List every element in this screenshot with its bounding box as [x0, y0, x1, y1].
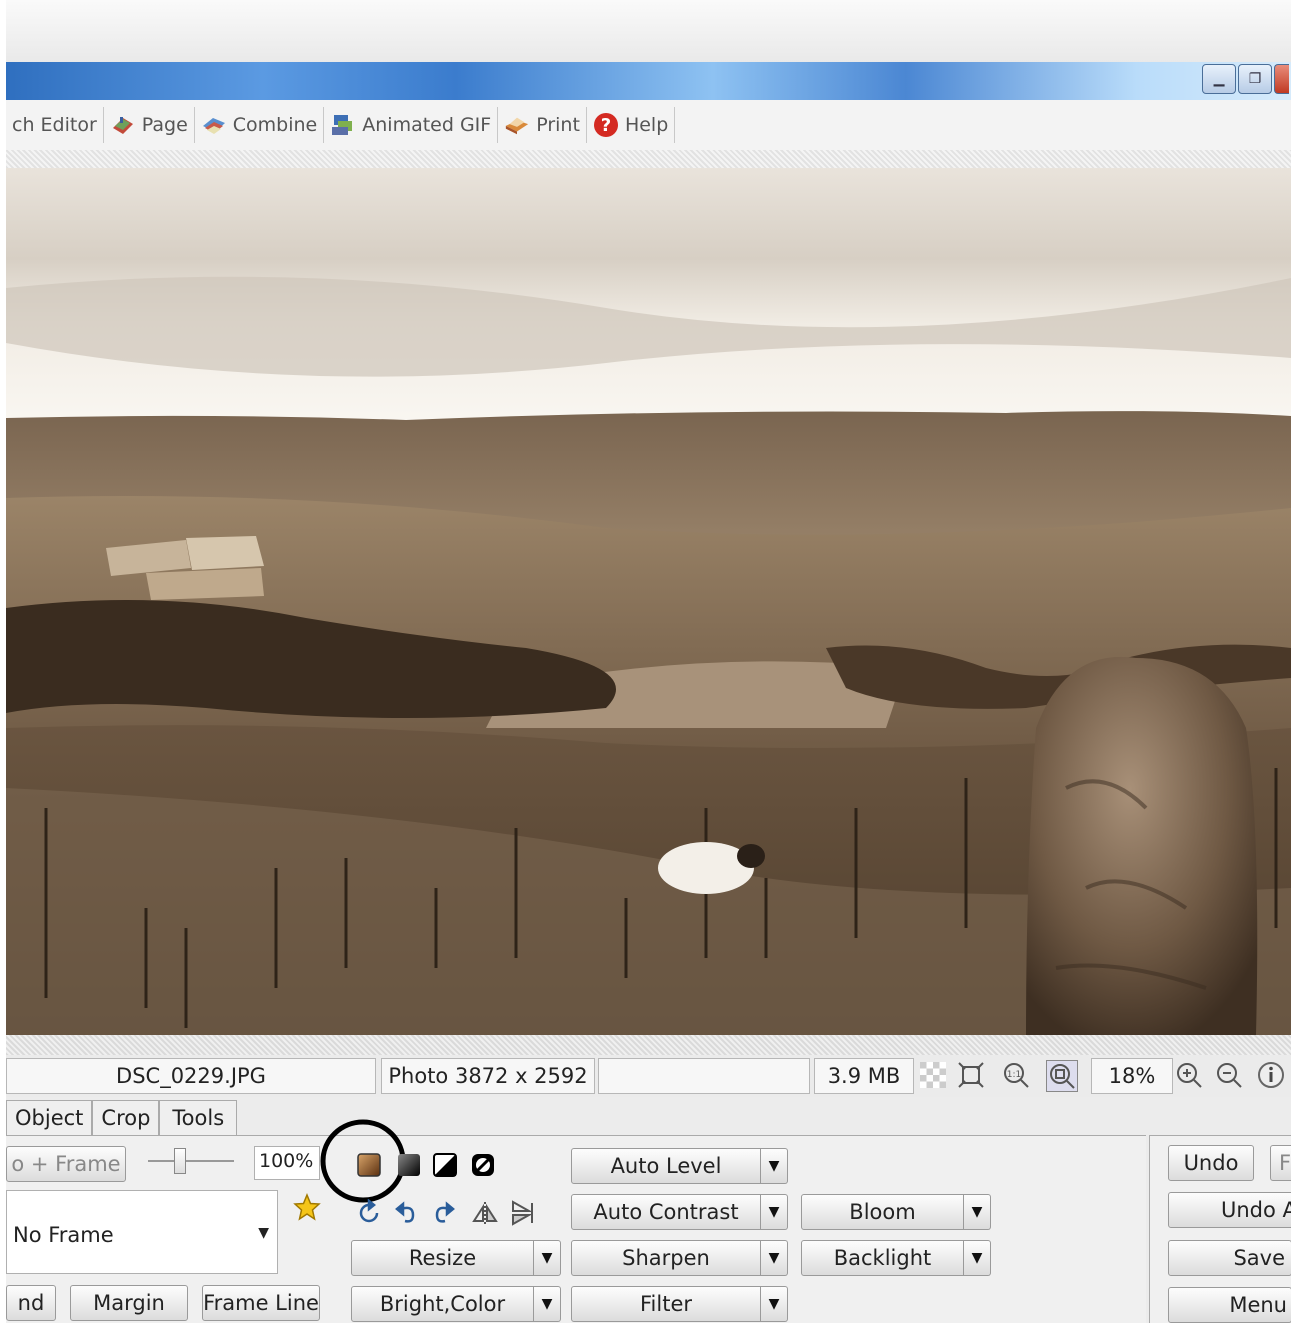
chevron-down-icon[interactable]: ▼: [964, 1194, 991, 1230]
chevron-down-icon[interactable]: ▼: [964, 1240, 991, 1276]
filename-field: DSC_0229.JPG: [6, 1058, 376, 1094]
fit-screen-icon[interactable]: [956, 1060, 986, 1090]
menu-button[interactable]: Menu: [1168, 1287, 1291, 1323]
close-button[interactable]: [1274, 64, 1289, 94]
frame-select-value: No Frame: [13, 1223, 114, 1247]
menu-item-label: Print: [536, 114, 580, 136]
chevron-down-icon: ▼: [258, 1225, 269, 1241]
menu-bar: ch Editor Page Combine Animated GIF Prin…: [6, 100, 1291, 150]
minimize-button[interactable]: ▁: [1202, 64, 1236, 94]
svg-text:1:1: 1:1: [1007, 1070, 1021, 1080]
toolbar-divider: [6, 150, 1291, 168]
bloom-label: Bloom: [801, 1194, 964, 1230]
tab-crop[interactable]: Crop: [92, 1100, 160, 1135]
combine-icon: [201, 113, 227, 137]
background-button[interactable]: nd: [6, 1285, 56, 1321]
restore-icon: ❐: [1248, 71, 1262, 87]
app-window: ▁ ❐ ch Editor Page Combine Animated GIF: [6, 0, 1291, 1323]
tab-tools[interactable]: Tools: [159, 1100, 238, 1135]
zoom-out-icon[interactable]: [1214, 1060, 1244, 1090]
negative-mode-icon[interactable]: [468, 1150, 498, 1180]
frame-line-button[interactable]: Frame Line: [202, 1285, 320, 1321]
print-icon: [504, 113, 530, 137]
auto-level-button[interactable]: Auto Level ▼: [571, 1148, 788, 1184]
chevron-down-icon[interactable]: ▼: [761, 1286, 788, 1322]
dimensions-field: Photo 3872 x 2592: [381, 1058, 595, 1094]
opacity-slider-handle[interactable]: [174, 1148, 186, 1174]
zoom-fit-icon[interactable]: [1046, 1060, 1078, 1092]
sharpen-button[interactable]: Sharpen ▼: [571, 1240, 788, 1276]
tab-object[interactable]: Object: [6, 1100, 93, 1135]
flip-vertical-icon[interactable]: [508, 1198, 538, 1228]
desktop-area: [6, 0, 1291, 62]
zoom-actual-icon[interactable]: 1:1: [1001, 1060, 1031, 1090]
rotate-right-icon[interactable]: [428, 1198, 458, 1228]
chevron-down-icon[interactable]: ▼: [761, 1240, 788, 1276]
info-icon[interactable]: [1256, 1060, 1286, 1090]
restore-button[interactable]: ❐: [1238, 64, 1272, 94]
menu-item-batch-editor[interactable]: ch Editor: [6, 107, 104, 143]
menu-item-help[interactable]: ? Help: [587, 107, 676, 143]
transparency-checker-icon[interactable]: [918, 1060, 948, 1090]
menu-item-page[interactable]: Page: [104, 107, 195, 143]
resize-button[interactable]: Resize ▼: [351, 1240, 561, 1276]
bright-color-label: Bright,Color: [351, 1286, 534, 1322]
canvas-divider: [6, 1035, 1291, 1055]
menu-item-label: Animated GIF: [362, 114, 492, 136]
opacity-slider-track[interactable]: [148, 1160, 234, 1162]
chevron-down-icon[interactable]: ▼: [761, 1194, 788, 1230]
chevron-down-icon[interactable]: ▼: [761, 1148, 788, 1184]
status-bar: DSC_0229.JPG Photo 3872 x 2592 3.9 MB 1:…: [6, 1055, 1291, 1097]
window-controls: ▁ ❐: [1202, 62, 1291, 98]
undo-button[interactable]: Undo: [1168, 1145, 1254, 1181]
help-icon: ?: [593, 113, 619, 137]
save-button[interactable]: Save: [1168, 1240, 1291, 1276]
auto-level-label: Auto Level: [571, 1148, 761, 1184]
backlight-label: Backlight: [801, 1240, 964, 1276]
rotate-free-icon[interactable]: [354, 1198, 384, 1228]
zoom-in-icon[interactable]: [1174, 1060, 1204, 1090]
animated-gif-icon: [330, 113, 356, 137]
redo-button[interactable]: F: [1270, 1145, 1291, 1181]
frame-select[interactable]: No Frame ▼: [6, 1190, 278, 1274]
menu-item-print[interactable]: Print: [498, 107, 587, 143]
photo-frame-toggle[interactable]: o + Frame: [6, 1146, 126, 1182]
bright-color-button[interactable]: Bright,Color ▼: [351, 1286, 561, 1322]
backlight-button[interactable]: Backlight ▼: [801, 1240, 991, 1276]
auto-contrast-button[interactable]: Auto Contrast ▼: [571, 1194, 788, 1230]
menu-item-label: ch Editor: [12, 114, 97, 136]
black-white-mode-icon[interactable]: [430, 1150, 460, 1180]
filter-button[interactable]: Filter ▼: [571, 1286, 788, 1322]
menu-item-label: Page: [141, 114, 188, 136]
menu-item-label: Help: [624, 114, 669, 136]
auto-contrast-label: Auto Contrast: [571, 1194, 761, 1230]
menu-item-animated-gif[interactable]: Animated GIF: [324, 107, 499, 143]
resize-label: Resize: [351, 1240, 534, 1276]
margin-button[interactable]: Margin: [70, 1285, 188, 1321]
undo-all-button[interactable]: Undo A: [1168, 1192, 1291, 1228]
sharpen-label: Sharpen: [571, 1240, 761, 1276]
title-bar[interactable]: [6, 62, 1291, 100]
chevron-down-icon[interactable]: ▼: [534, 1286, 561, 1322]
favorite-star-icon[interactable]: [292, 1192, 322, 1222]
filesize-field: 3.9 MB: [814, 1058, 914, 1094]
grayscale-mode-icon[interactable]: [394, 1150, 424, 1180]
minimize-icon: ▁: [1213, 71, 1225, 87]
zoom-level-field: 18%: [1091, 1058, 1173, 1094]
photo-canvas[interactable]: [6, 168, 1291, 1035]
menu-item-combine[interactable]: Combine: [195, 107, 325, 143]
filter-label: Filter: [571, 1286, 761, 1322]
status-extra-field: [598, 1058, 810, 1094]
svg-text:?: ?: [601, 115, 611, 136]
menu-item-label: Combine: [232, 114, 318, 136]
bloom-button[interactable]: Bloom ▼: [801, 1194, 991, 1230]
opacity-value-field[interactable]: 100%: [254, 1146, 320, 1180]
page-icon: [110, 113, 136, 137]
flip-horizontal-icon[interactable]: [470, 1198, 500, 1228]
edit-tabs: Object Crop Tools: [6, 1100, 238, 1136]
rotate-left-icon[interactable]: [392, 1198, 422, 1228]
chevron-down-icon[interactable]: ▼: [534, 1240, 561, 1276]
